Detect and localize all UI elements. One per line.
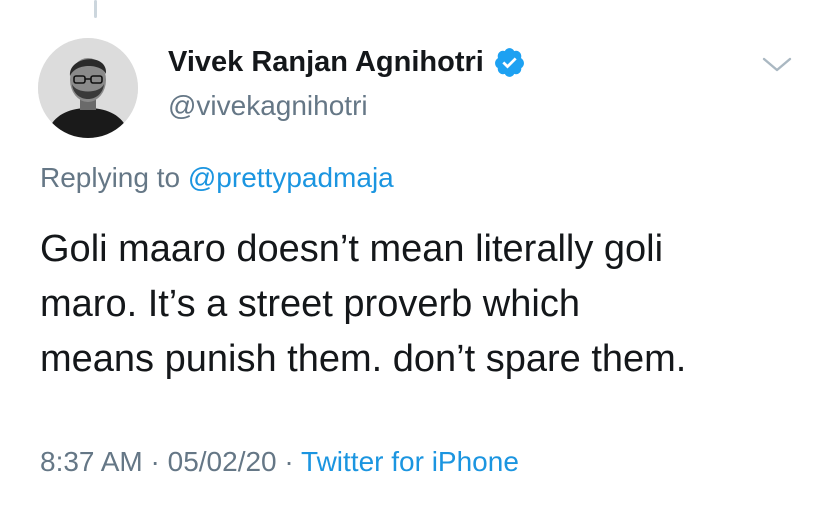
- replying-to: Replying to @prettypadmaja: [40, 162, 394, 194]
- tweet-text-line: Goli maaro doesn’t mean literally goli: [40, 228, 664, 270]
- avatar-photo: [38, 38, 138, 138]
- meta-separator: ·: [284, 446, 294, 477]
- meta-separator: ·: [150, 446, 160, 477]
- thread-connector-line: [94, 0, 97, 18]
- tweet-time[interactable]: 8:37 AM: [40, 446, 143, 477]
- tweet-text-line: means punish them. don’t spare them.: [40, 338, 687, 380]
- display-name[interactable]: Vivek Ranjan Agnihotri: [168, 46, 484, 79]
- reply-mention-link[interactable]: @prettypadmaja: [188, 162, 394, 193]
- tweet-meta: 8:37 AM · 05/02/20 · Twitter for iPhone: [40, 446, 519, 478]
- user-handle[interactable]: @vivekagnihotri: [168, 90, 368, 122]
- replying-to-label: Replying to: [40, 162, 181, 193]
- tweet-source-link[interactable]: Twitter for iPhone: [301, 446, 519, 477]
- tweet-date[interactable]: 05/02/20: [168, 446, 277, 477]
- tweet-text-line: maro. It’s a street proverb which: [40, 283, 580, 325]
- author-name-row[interactable]: Vivek Ranjan Agnihotri: [168, 46, 526, 79]
- avatar[interactable]: [38, 38, 138, 138]
- tweet-text: Goli maaro doesn’t mean literally goli m…: [40, 222, 810, 387]
- chevron-down-icon[interactable]: [760, 53, 794, 75]
- verified-badge-icon: [494, 48, 524, 77]
